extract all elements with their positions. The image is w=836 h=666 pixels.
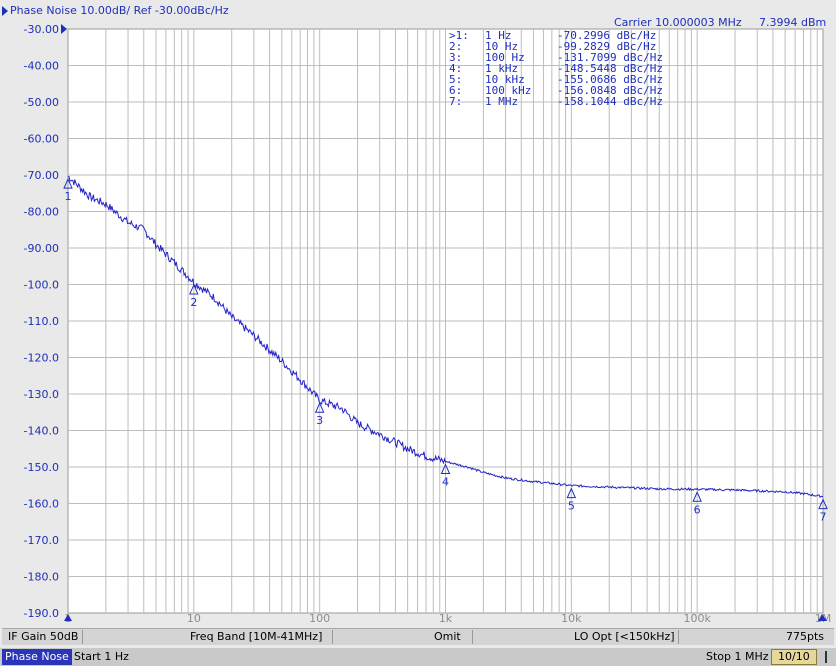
y-tick-label: -60.00	[24, 133, 59, 146]
if-gain-status[interactable]: IF Gain 50dB	[8, 630, 78, 644]
start-frequency[interactable]: Start 1 Hz	[74, 649, 129, 665]
marker-row[interactable]: 7: 1 MHz -158.1044 dBc/Hz	[449, 96, 689, 107]
y-tick-label: -90.00	[24, 242, 59, 255]
status-divider	[678, 630, 679, 644]
status-divider	[472, 630, 473, 644]
y-tick-label: -150.0	[24, 461, 59, 474]
omit-status[interactable]: Omit	[434, 630, 461, 644]
freq-band-status[interactable]: Freq Band [10M-41MHz]	[190, 630, 322, 644]
y-tick-label: -130.0	[24, 388, 59, 401]
y-tick-label: -140.0	[24, 425, 59, 438]
stop-frequency[interactable]: Stop 1 MHz	[706, 649, 769, 665]
marker-table: >1: 1 Hz -70.2996 dBc/Hz 2: 10 Hz -99.2829 dB…	[449, 30, 689, 107]
marker-label: 1	[65, 190, 72, 203]
page-indicator[interactable]: 10/10	[771, 649, 817, 665]
y-tick-label: -180.0	[24, 571, 59, 584]
marker-label: 3	[316, 414, 323, 427]
scroll-handle[interactable]	[825, 651, 827, 663]
y-tick-label: -50.00	[24, 96, 59, 109]
x-axis-ticks: 1101001k10k100k1M	[65, 612, 832, 625]
y-tick-label: -120.0	[24, 352, 59, 365]
x-tick-label: 100k	[683, 612, 711, 625]
x-tick-label: 1k	[439, 612, 453, 625]
x-tick-label: 10k	[561, 612, 582, 625]
y-tick-label: -170.0	[24, 534, 59, 547]
y-tick-label: -40.00	[24, 60, 59, 73]
marker-label: 4	[442, 476, 449, 489]
analyzer-window: Phase Noise 10.00dB/ Ref -30.00dBc/Hz Ca…	[0, 0, 836, 666]
marker-value: -158.1044 dBc/Hz	[557, 95, 663, 108]
status-divider	[332, 630, 333, 644]
y-tick-label: -100.0	[24, 279, 59, 292]
y-tick-label: -190.0	[24, 607, 59, 620]
y-tick-label: -30.00	[24, 23, 59, 36]
footer-bar: Phase Nose Start 1 Hz Stop 1 MHz 10/10	[0, 648, 836, 666]
marker-label: 7	[820, 511, 827, 524]
x-tick-label: 100	[309, 612, 330, 625]
marker-label: 2	[190, 296, 197, 309]
y-tick-label: -160.0	[24, 498, 59, 511]
marker-id: 7:	[449, 95, 463, 108]
marker-frequency: 1 MHz	[485, 95, 519, 108]
status-bar: IF Gain 50dB Freq Band [10M-41MHz] Omit …	[2, 628, 834, 645]
marker-label: 5	[568, 500, 575, 513]
x-tick-label: 10	[187, 612, 201, 625]
y-axis-ticks: -30.00 -40.00 -50.00 -60.00 -70.00 -80.00 -90.…	[24, 23, 59, 620]
y-tick-label: -70.00	[24, 169, 59, 182]
channel-label[interactable]: Phase Nose	[2, 649, 72, 665]
y-tick-label: -80.00	[24, 206, 59, 219]
points-status[interactable]: 775pts	[786, 630, 824, 644]
lo-opt-status[interactable]: LO Opt [<150kHz]	[574, 630, 675, 644]
phase-noise-chart[interactable]: -30.00 -40.00 -50.00 -60.00 -70.00 -80.00 -90.…	[0, 0, 836, 648]
status-divider	[82, 630, 83, 644]
y-tick-label: -110.0	[24, 315, 59, 328]
marker-label: 6	[694, 503, 701, 516]
